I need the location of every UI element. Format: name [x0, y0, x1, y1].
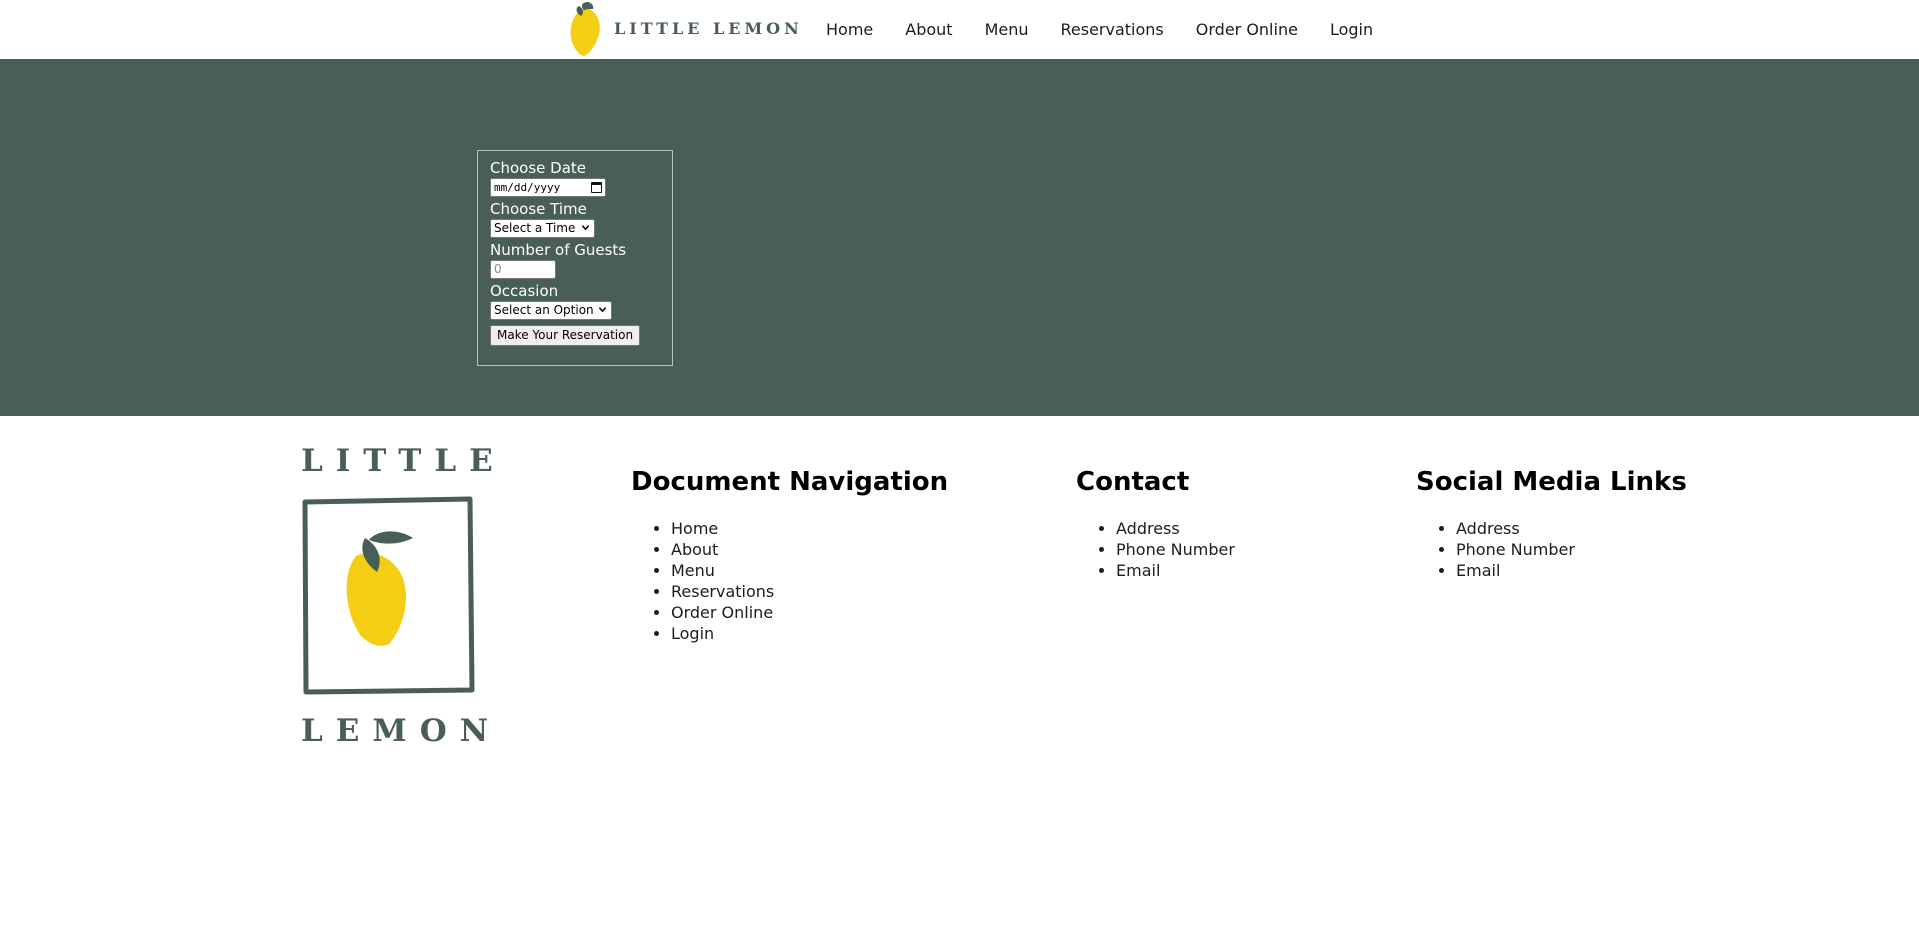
guests-label: Number of Guests: [490, 241, 627, 259]
footer-social: Social Media Links Address Phone Number …: [1416, 466, 1687, 581]
lemon-logo-icon: [302, 496, 475, 695]
lemon-logo-icon: [570, 2, 600, 56]
nav-item-home[interactable]: Home: [826, 20, 873, 39]
site-header: LITTLE LEMON Home About Menu Reservation…: [0, 0, 1919, 59]
nav-item-login[interactable]: Login: [1330, 20, 1373, 39]
time-selected-value: Select a Time: [494, 221, 576, 235]
footer-nav-login[interactable]: Login: [671, 623, 948, 644]
footer-social-list: Address Phone Number Email: [1416, 518, 1687, 581]
reservation-section: Choose Date mm/dd/yyyy Choose Time Selec…: [0, 59, 1919, 416]
occasion-label: Occasion: [490, 282, 559, 300]
footer-nav-reservations[interactable]: Reservations: [671, 581, 948, 602]
footer-nav-menu[interactable]: Menu: [671, 560, 948, 581]
footer-navigation: Document Navigation Home About Menu Rese…: [631, 466, 948, 644]
time-select[interactable]: Select a Time: [490, 219, 595, 238]
footer-contact-list: Address Phone Number Email: [1076, 518, 1235, 581]
nav-item-reservations[interactable]: Reservations: [1061, 20, 1164, 39]
footer-social-email[interactable]: Email: [1456, 560, 1687, 581]
footer-contact-email[interactable]: Email: [1116, 560, 1235, 581]
calendar-icon[interactable]: [591, 182, 602, 193]
footer-logo: LITTLE LEMON: [301, 428, 493, 758]
site-footer: LITTLE LEMON Document Navigation Home Ab…: [0, 416, 1919, 928]
nav-item-menu[interactable]: Menu: [985, 20, 1029, 39]
chevron-down-icon: [581, 225, 590, 231]
time-label: Choose Time: [490, 200, 587, 218]
make-reservation-button[interactable]: Make Your Reservation: [490, 325, 641, 346]
guests-input[interactable]: 0: [490, 260, 556, 279]
nav-item-order-online[interactable]: Order Online: [1196, 20, 1298, 39]
brand-logo[interactable]: LITTLE LEMON: [568, 0, 799, 59]
footer-social-heading: Social Media Links: [1416, 467, 1687, 497]
footer-contact-phone[interactable]: Phone Number: [1116, 539, 1235, 560]
date-input[interactable]: mm/dd/yyyy: [490, 178, 606, 197]
date-placeholder: mm/dd/yyyy: [494, 181, 561, 194]
footer-contact: Contact Address Phone Number Email: [1076, 466, 1235, 581]
footer-logo-bottom-word: LEMON: [301, 713, 502, 749]
footer-social-address[interactable]: Address: [1456, 518, 1687, 539]
footer-navigation-heading: Document Navigation: [631, 467, 949, 497]
occasion-selected-value: Select an Option: [494, 303, 594, 317]
chevron-down-icon: [598, 307, 607, 313]
footer-nav-about[interactable]: About: [671, 539, 948, 560]
main-nav: Home About Menu Reservations Order Onlin…: [826, 0, 1373, 59]
footer-logo-top-word: LITTLE: [301, 443, 506, 479]
footer-social-phone[interactable]: Phone Number: [1456, 539, 1687, 560]
footer-contact-address[interactable]: Address: [1116, 518, 1235, 539]
guests-value: 0: [494, 262, 502, 276]
footer-contact-heading: Contact: [1076, 467, 1190, 497]
footer-nav-home[interactable]: Home: [671, 518, 948, 539]
reservation-form: Choose Date mm/dd/yyyy Choose Time Selec…: [477, 150, 673, 366]
brand-text: LITTLE LEMON: [614, 19, 803, 38]
occasion-select[interactable]: Select an Option: [490, 301, 612, 320]
footer-navigation-list: Home About Menu Reservations Order Onlin…: [631, 518, 948, 644]
footer-nav-order-online[interactable]: Order Online: [671, 602, 948, 623]
nav-item-about[interactable]: About: [905, 20, 952, 39]
date-label: Choose Date: [490, 159, 586, 177]
